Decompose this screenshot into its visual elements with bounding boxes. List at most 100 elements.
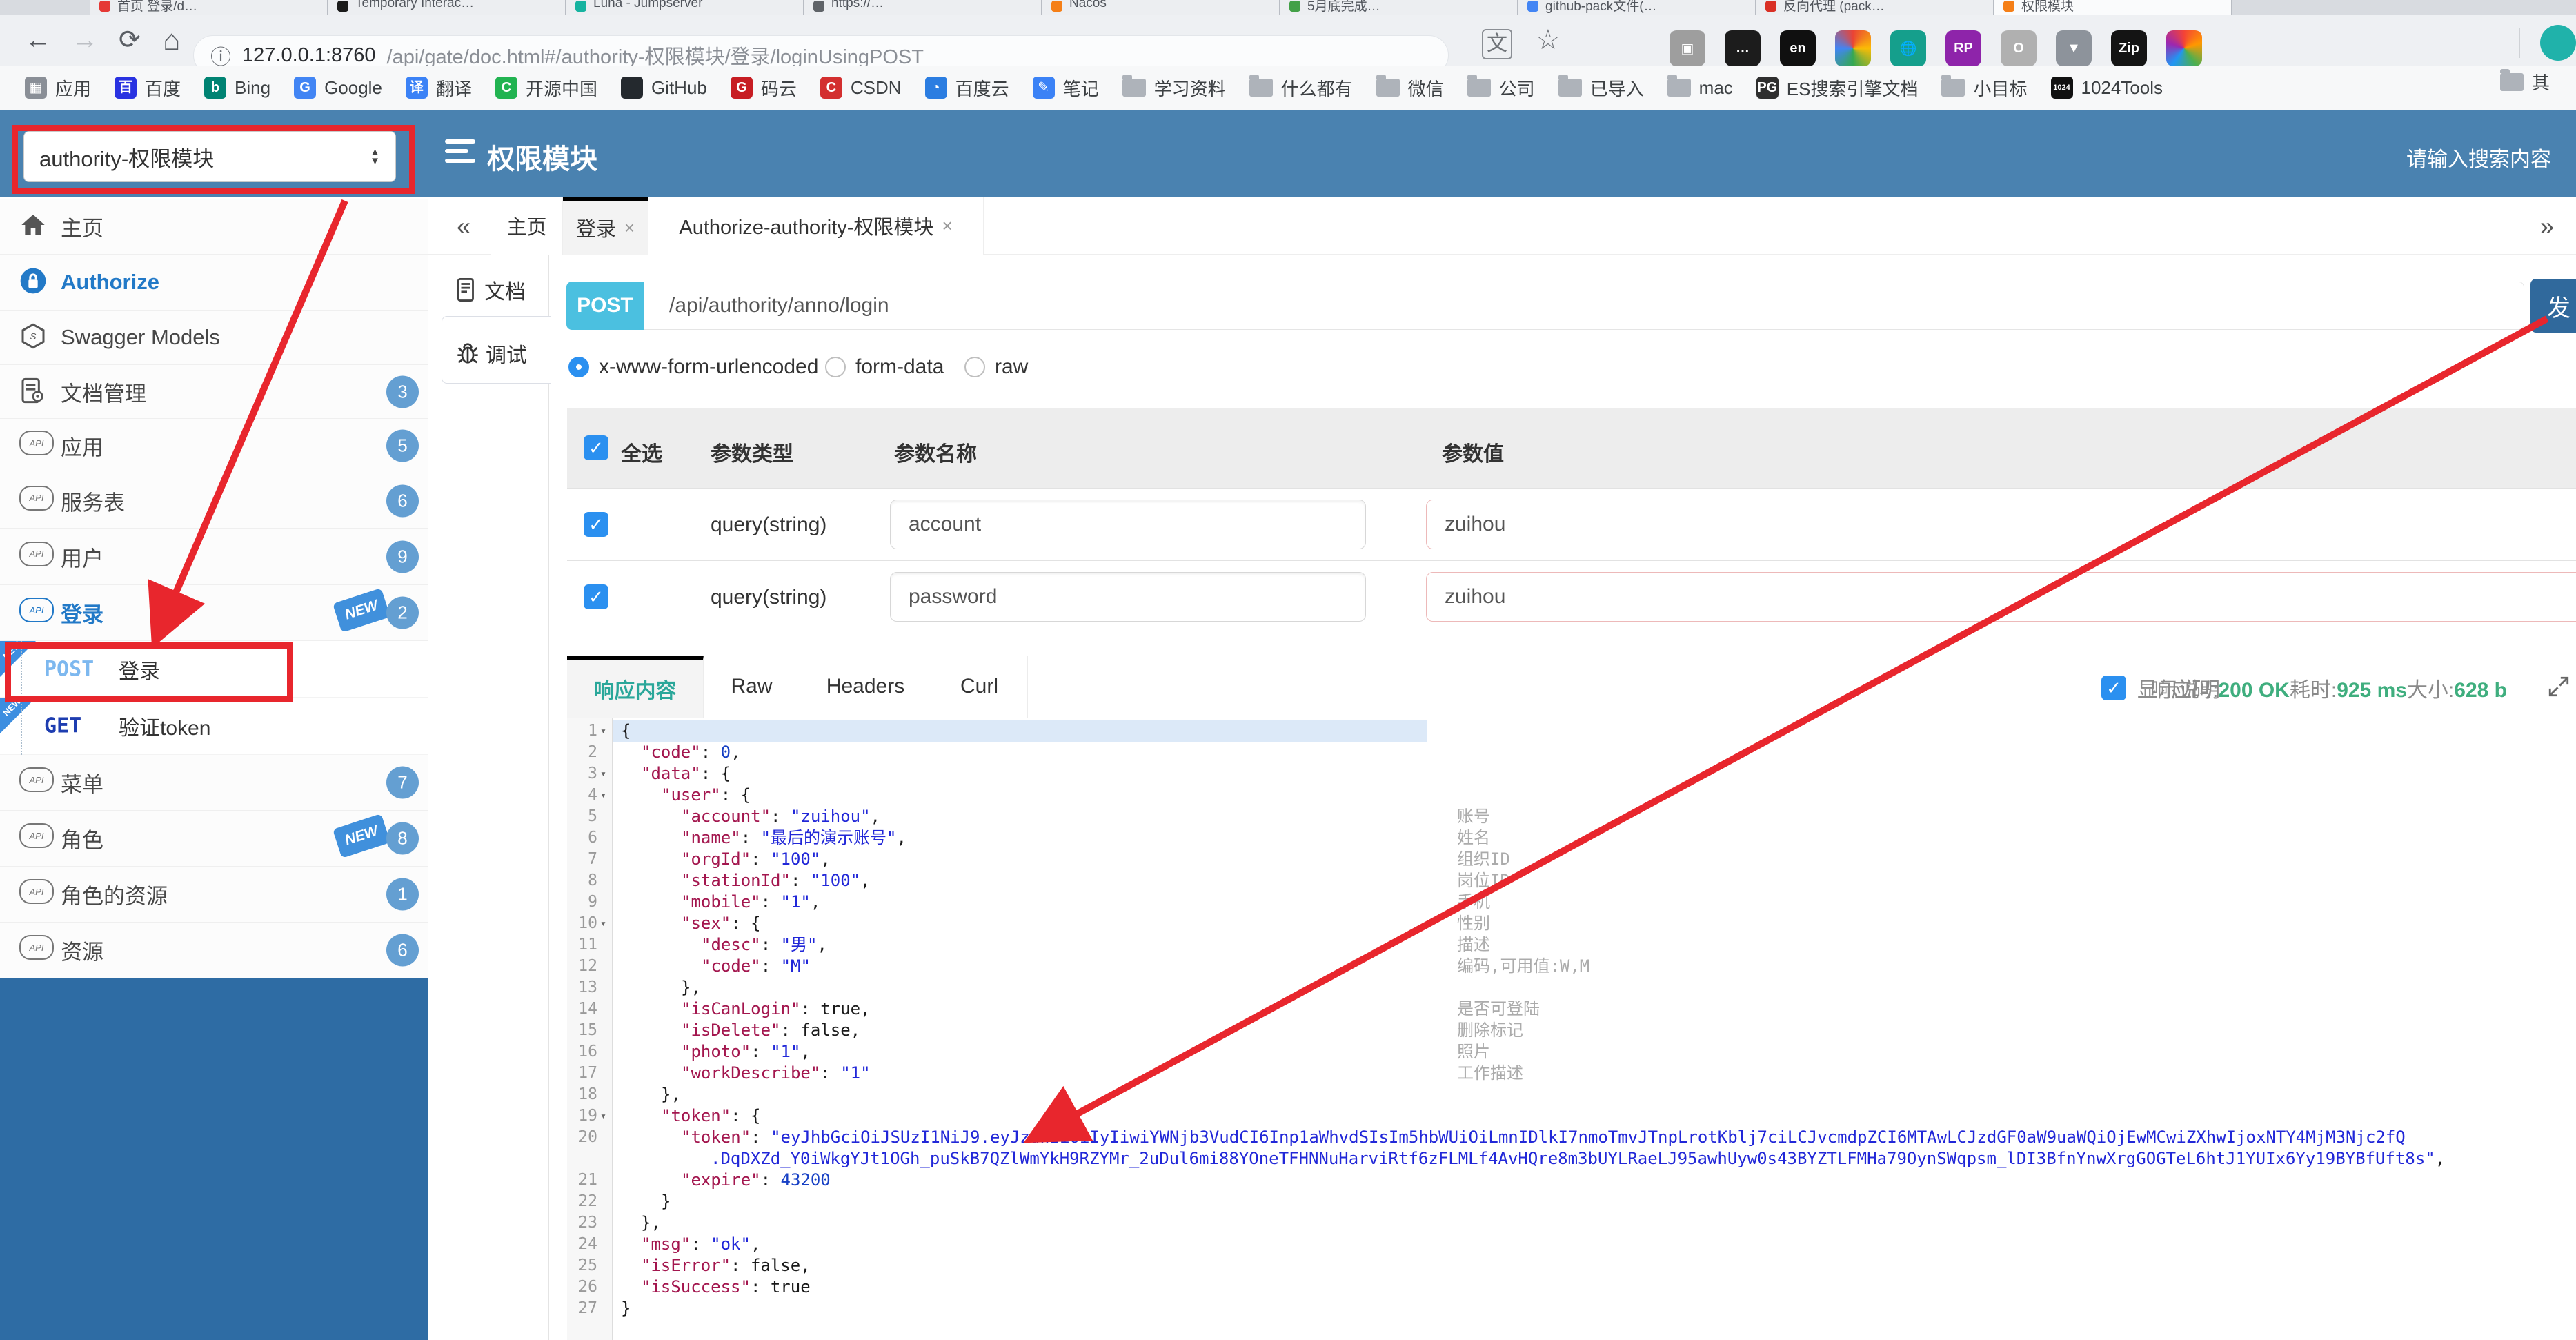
browser-tab[interactable]: github-pack文件(… [1518, 0, 1756, 15]
sidebar-item-用户[interactable]: API 用户 9 [0, 529, 428, 585]
browser-tab[interactable]: 反向代理 (pack… [1756, 0, 1994, 15]
param-name-input[interactable]: password [890, 572, 1366, 622]
sidebar-item-菜单[interactable]: API 菜单 7 [0, 755, 428, 811]
close-tab-icon[interactable]: × [942, 215, 952, 237]
bookmark-item[interactable]: 公司 [1467, 75, 1535, 101]
menu-icon[interactable] [445, 139, 475, 167]
extension-icon[interactable]: O [2001, 30, 2037, 66]
browser-tab[interactable]: 首页 登录/d… [90, 0, 328, 15]
extension-icon[interactable]: … [1725, 30, 1761, 66]
tab-home[interactable]: 主页 [491, 197, 563, 255]
browser-tab[interactable]: 5月底完成… [1280, 0, 1518, 15]
tab-debug-label[interactable]: 调试 [457, 338, 527, 368]
browser-tab[interactable]: Temporary Interac… [328, 0, 566, 15]
bookmark-item[interactable]: G Google [294, 77, 382, 99]
fold-caret-icon[interactable]: ▾ [600, 1105, 606, 1127]
avatar[interactable] [2540, 25, 2576, 61]
browser-tab[interactable]: Nacos [1042, 0, 1280, 15]
home-icon[interactable]: ⌂ [163, 25, 180, 55]
radio-label[interactable]: form-data [855, 355, 944, 379]
bookmark-item[interactable]: 1024 1024Tools [2050, 77, 2163, 99]
fold-caret-icon[interactable]: ▾ [600, 763, 606, 785]
browser-tab[interactable]: https://… [804, 0, 1042, 15]
bookmark-item[interactable]: PG ES搜索引擎文档 [1756, 75, 1918, 101]
bookmark-label: 笔记 [1062, 78, 1099, 99]
close-tab-icon[interactable]: × [624, 217, 635, 239]
bookmark-item[interactable]: ◔ 百度云 [924, 75, 1009, 101]
fold-caret-icon[interactable]: ▾ [600, 720, 606, 742]
fullscreen-icon[interactable] [2547, 675, 2570, 698]
bookmark-item[interactable]: 什么都有 [1249, 75, 1353, 101]
tab-curl[interactable]: Curl [931, 656, 1028, 718]
sidebar-item-角色[interactable]: API 角色 NEW 8 [0, 811, 428, 867]
param-row-checkbox[interactable]: ✓ [584, 512, 608, 537]
sidebar-item-Swagger Models[interactable]: S Swagger Models [0, 311, 428, 365]
bookmark-item[interactable]: C CSDN [820, 77, 902, 99]
sidebar-item-登录[interactable]: API 登录 NEW 2 [0, 585, 428, 641]
bookmark-item[interactable]: ✎ 笔记 [1032, 75, 1099, 101]
back-icon[interactable]: ← [25, 25, 51, 55]
extension-icon[interactable]: en [1780, 30, 1816, 66]
forward-icon[interactable]: → [72, 25, 98, 55]
code-text: "isSuccess": true [641, 1277, 811, 1297]
bookmark-item[interactable]: 微信 [1376, 75, 1444, 101]
extension-icon[interactable]: RP [1945, 30, 1981, 66]
bookmark-item[interactable]: 译翻译 [405, 75, 472, 101]
code-line: 25 "isError": false, [567, 1255, 2576, 1277]
bookmark-item[interactable]: 百百度 [115, 75, 181, 101]
bookmark-item[interactable]: GitHub [620, 77, 707, 99]
param-value-input[interactable]: zuihou [1426, 572, 2576, 622]
fold-caret-icon[interactable]: ▾ [600, 913, 606, 934]
extension-icon[interactable]: 🌐 [1890, 30, 1926, 66]
sidebar-item-Authorize[interactable]: Authorize [0, 255, 428, 311]
tab-login[interactable]: 登录 × [563, 197, 648, 255]
line-number: 26 [578, 1278, 597, 1296]
bookmark-item[interactable]: 学习资料 [1122, 75, 1226, 101]
bookmark-item[interactable]: mac [1667, 75, 1733, 99]
sidebar-item-主页[interactable]: 主页 [0, 199, 428, 255]
param-name-input[interactable]: account [890, 500, 1366, 549]
bookmarks-overflow[interactable]: 其 [2500, 68, 2550, 95]
bookmark-item[interactable]: ▦ 应用 [25, 75, 91, 101]
bookmark-item[interactable]: 小目标 [1941, 75, 2028, 101]
sidebar-endpoint-GET-验证token[interactable]: NEW GET 验证token [0, 696, 428, 755]
tab-doc[interactable]: 文档 [457, 275, 526, 305]
bookmark-item[interactable]: 已导入 [1558, 75, 1644, 101]
radio-raw[interactable] [964, 357, 985, 377]
extension-icon[interactable] [1835, 30, 1871, 66]
send-button[interactable]: 发 [2530, 279, 2576, 333]
param-row-checkbox[interactable]: ✓ [584, 584, 608, 609]
show-description-checkbox[interactable]: ✓ [2101, 676, 2126, 700]
param-value-input[interactable]: zuihou [1426, 500, 2576, 549]
collapse-tabs-icon[interactable]: « [457, 212, 470, 241]
bookmark-item[interactable]: C 开源中国 [495, 75, 597, 101]
tab-raw[interactable]: Raw [704, 656, 800, 718]
browser-tab[interactable]: 权限模块 [1994, 0, 2232, 15]
sidebar-item-服务表[interactable]: API 服务表 6 [0, 473, 428, 529]
reload-icon[interactable]: ⟳ [119, 25, 141, 55]
browser-tab[interactable]: Luna - Jumpserver [566, 0, 804, 15]
radio-label[interactable]: raw [995, 355, 1028, 379]
tab-response-body[interactable]: 响应内容 [567, 656, 704, 718]
sidebar-item-角色的资源[interactable]: API 角色的资源 1 [0, 867, 428, 923]
header-search-input[interactable]: 请输入搜索内容 [2406, 142, 2551, 173]
sidebar-item-应用[interactable]: API 应用 5 [0, 419, 428, 473]
tab-headers[interactable]: Headers [800, 656, 931, 718]
radio-x-www-form-urlencoded[interactable] [568, 357, 589, 377]
sidebar-item-资源[interactable]: API 资源 6 [0, 923, 428, 978]
extension-icon[interactable] [2166, 30, 2202, 66]
select-all-checkbox[interactable]: ✓ [584, 435, 608, 460]
radio-label[interactable]: x-www-form-urlencoded [599, 355, 818, 379]
bookmark-item[interactable]: b Bing [204, 77, 270, 99]
extension-icon[interactable]: Zip [2111, 30, 2147, 66]
bookmark-item[interactable]: G 码云 [730, 75, 797, 101]
extension-icon[interactable]: ▼ [2056, 30, 2092, 66]
tab-authorize-module[interactable]: Authorize-authority-权限模块 × [648, 197, 984, 255]
bookmark-star-icon[interactable]: ☆ [1536, 25, 1561, 55]
radio-form-data[interactable] [825, 357, 846, 377]
translate-icon[interactable]: 文 [1482, 29, 1512, 59]
fold-caret-icon[interactable]: ▾ [600, 785, 606, 806]
sidebar-item-文档管理[interactable]: 文档管理 3 [0, 365, 428, 419]
extension-icon[interactable]: ▣ [1670, 30, 1705, 66]
expand-tabs-icon[interactable]: » [2540, 212, 2554, 241]
